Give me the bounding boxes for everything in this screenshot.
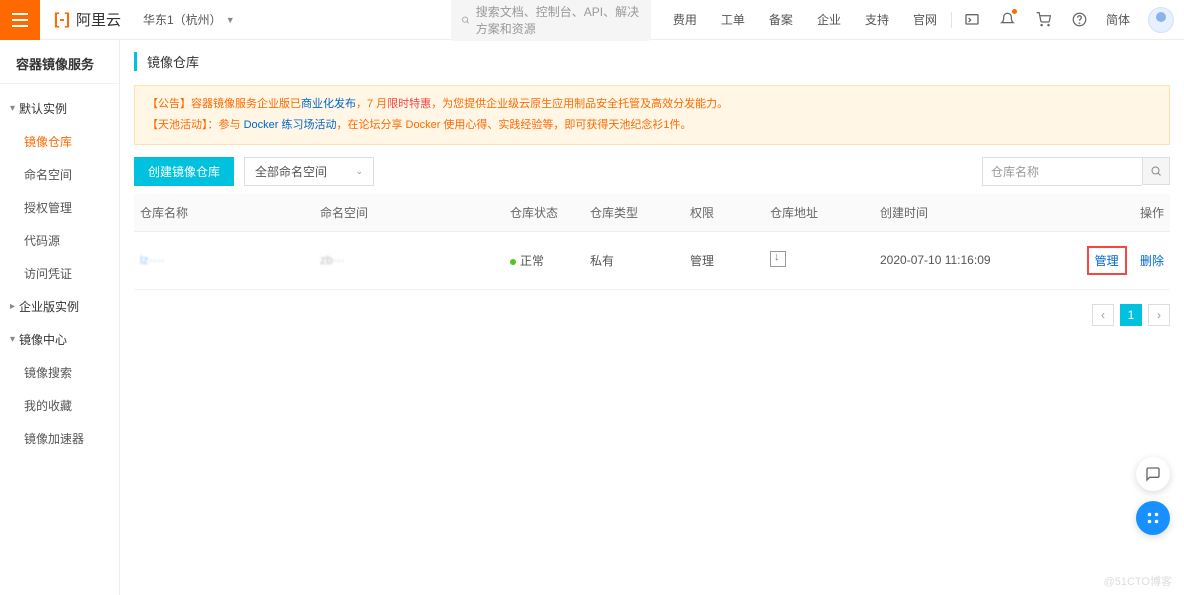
page-prev[interactable]: ‹ xyxy=(1092,304,1114,326)
sidebar-title: 容器镜像服务 xyxy=(0,40,119,84)
watermark: @51CTO博客 xyxy=(1104,573,1172,589)
notice-banner: 【公告】容器镜像服务企业版已商业化发布，7 月限时特惠，为您提供企业级云原生应用… xyxy=(134,85,1170,145)
global-search[interactable]: 搜索文档、控制台、API、解决方案和资源 xyxy=(451,0,651,41)
page-title: 镜像仓库 xyxy=(134,52,1170,71)
nav-cost[interactable]: 费用 xyxy=(661,11,709,28)
sidebar-item-accelerator[interactable]: 镜像加速器 xyxy=(0,422,119,455)
col-name: 仓库名称 xyxy=(134,194,314,232)
search-icon xyxy=(461,14,470,26)
sidebar-cat-enterprise[interactable]: ▸企业版实例 xyxy=(0,290,119,323)
chevron-down-icon: ▾ xyxy=(10,103,15,114)
sidebar-item-namespace[interactable]: 命名空间 xyxy=(0,158,119,191)
sidebar-item-code[interactable]: 代码源 xyxy=(0,224,119,257)
chevron-down-icon: ▾ xyxy=(10,334,15,345)
delete-link[interactable]: 删除 xyxy=(1140,254,1164,268)
menu-toggle[interactable] xyxy=(0,0,40,40)
cell-created: 2020-07-10 11:16:09 xyxy=(874,231,1074,289)
cell-status: 正常 xyxy=(520,254,544,268)
page-next[interactable]: › xyxy=(1148,304,1170,326)
namespace-select[interactable]: 全部命名空间 ⌄ xyxy=(244,157,374,186)
notification-dot xyxy=(1012,9,1017,14)
float-buttons xyxy=(1136,457,1170,535)
pagination: ‹ 1 › xyxy=(134,304,1170,326)
sidebar-item-credentials[interactable]: 访问凭证 xyxy=(0,257,119,290)
sidebar-cat-center[interactable]: ▾镜像中心 xyxy=(0,323,119,356)
notification-icon[interactable] xyxy=(990,0,1026,40)
nav-enterprise[interactable]: 企业 xyxy=(805,11,853,28)
chevron-down-icon: ⌄ xyxy=(355,166,363,177)
col-addr: 仓库地址 xyxy=(764,194,874,232)
sidebar-item-favorites[interactable]: 我的收藏 xyxy=(0,389,119,422)
chevron-right-icon: ▸ xyxy=(10,301,15,312)
top-icons: 简体 xyxy=(954,0,1184,40)
repo-name-link[interactable]: lz···· xyxy=(140,253,165,267)
cell-namespace: zb··· xyxy=(320,253,345,267)
col-created: 创建时间 xyxy=(874,194,1074,232)
top-header: [-] 阿里云 华东1（杭州） ▼ 搜索文档、控制台、API、解决方案和资源 费… xyxy=(0,0,1184,40)
search-icon xyxy=(1150,165,1162,177)
repo-table: 仓库名称 命名空间 仓库状态 仓库类型 权限 仓库地址 创建时间 操作 lz··… xyxy=(134,194,1170,290)
help-icon[interactable] xyxy=(1062,0,1098,40)
feedback-button[interactable] xyxy=(1136,457,1170,491)
sidebar: 容器镜像服务 ▾默认实例 镜像仓库 命名空间 授权管理 代码源 访问凭证 ▸企业… xyxy=(0,40,120,595)
nav-official[interactable]: 官网 xyxy=(901,11,949,28)
table-row: lz···· zb··· 正常 私有 管理 2020-07-10 11:16:0… xyxy=(134,231,1170,289)
status-dot-icon xyxy=(510,259,516,265)
logo[interactable]: [-] 阿里云 xyxy=(40,9,135,30)
col-namespace: 命名空间 xyxy=(314,194,504,232)
download-icon[interactable] xyxy=(770,251,786,267)
chevron-down-icon: ▼ xyxy=(226,15,235,25)
create-repo-button[interactable]: 创建镜像仓库 xyxy=(134,157,234,186)
highlight-manage: 管理 xyxy=(1087,246,1127,275)
apps-button[interactable] xyxy=(1136,501,1170,535)
page-1[interactable]: 1 xyxy=(1120,304,1142,326)
avatar[interactable] xyxy=(1148,7,1174,33)
top-nav: 费用 工单 备案 企业 支持 官网 xyxy=(661,11,954,28)
notice-link-commercial[interactable]: 商业化发布 xyxy=(301,98,356,110)
cart-icon[interactable] xyxy=(1026,0,1062,40)
region-selector[interactable]: 华东1（杭州） ▼ xyxy=(135,11,243,28)
manage-link[interactable]: 管理 xyxy=(1095,254,1119,268)
cell-perm: 管理 xyxy=(684,231,764,289)
main-content: 镜像仓库 【公告】容器镜像服务企业版已商业化发布，7 月限时特惠，为您提供企业级… xyxy=(120,40,1184,595)
nav-support[interactable]: 支持 xyxy=(853,11,901,28)
col-type: 仓库类型 xyxy=(584,194,684,232)
sidebar-item-search[interactable]: 镜像搜索 xyxy=(0,356,119,389)
logo-icon: [-] xyxy=(54,11,70,29)
apps-icon xyxy=(1146,511,1160,525)
repo-search-button[interactable] xyxy=(1142,157,1170,185)
col-status: 仓库状态 xyxy=(504,194,584,232)
nav-ticket[interactable]: 工单 xyxy=(709,11,757,28)
col-op: 操作 xyxy=(1074,194,1170,232)
nav-icp[interactable]: 备案 xyxy=(757,11,805,28)
sidebar-cat-default[interactable]: ▾默认实例 xyxy=(0,92,119,125)
cell-type: 私有 xyxy=(584,231,684,289)
repo-search-input[interactable]: 仓库名称 xyxy=(982,157,1142,186)
language-selector[interactable]: 简体 xyxy=(1098,11,1138,28)
notice-link-docker[interactable]: Docker 练习场活动 xyxy=(244,119,337,131)
message-icon xyxy=(1145,466,1161,482)
sidebar-item-repos[interactable]: 镜像仓库 xyxy=(0,125,119,158)
col-perm: 权限 xyxy=(684,194,764,232)
cloud-shell-icon[interactable] xyxy=(954,0,990,40)
logo-text: 阿里云 xyxy=(76,9,121,30)
sidebar-item-auth[interactable]: 授权管理 xyxy=(0,191,119,224)
toolbar: 创建镜像仓库 全部命名空间 ⌄ 仓库名称 xyxy=(134,157,1170,186)
